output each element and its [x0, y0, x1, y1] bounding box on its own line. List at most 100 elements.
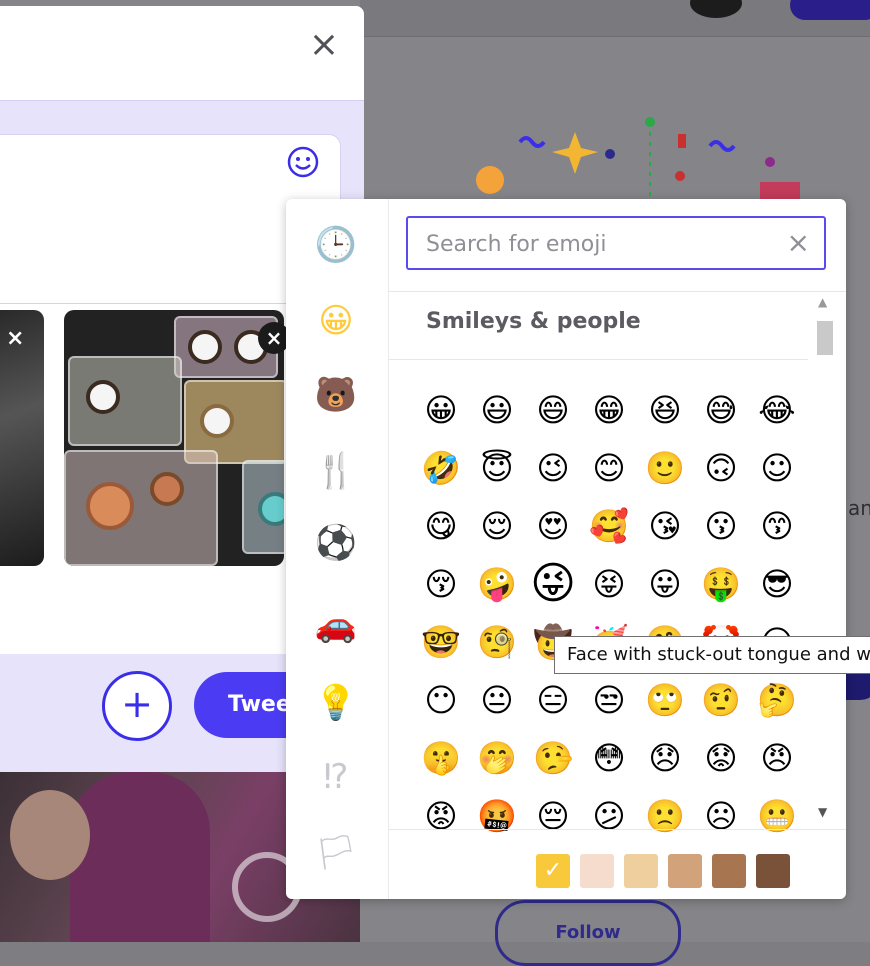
emoji-button[interactable]: 😅: [696, 385, 746, 435]
category-recent-icon[interactable]: 🕒: [314, 223, 358, 267]
category-objects-icon[interactable]: 💡: [314, 681, 358, 725]
emoji-button[interactable]: 🤓: [416, 617, 466, 667]
emoji-button[interactable]: 😔: [528, 791, 578, 841]
emoji-button[interactable]: 🤭: [472, 733, 522, 783]
emoji-button[interactable]: 🤫: [416, 733, 466, 783]
background-celebration-card: [360, 62, 870, 212]
emoji-button[interactable]: 😛: [640, 559, 690, 609]
emoji-button[interactable]: 😝: [584, 559, 634, 609]
emoji-button[interactable]: 🤬: [472, 791, 522, 841]
watermark-logo: [232, 852, 302, 922]
category-smileys-icon[interactable]: 😀: [314, 299, 358, 343]
emoji-button[interactable]: 😘: [640, 501, 690, 551]
emoji-button[interactable]: 😠: [752, 733, 802, 783]
cassette-shape: [68, 356, 182, 446]
scroll-thumb[interactable]: [817, 321, 833, 355]
emoji-button[interactable]: 😒: [584, 675, 634, 725]
skin-tone-swatch[interactable]: [624, 854, 658, 888]
background-photo-hood: [70, 772, 210, 942]
smiley-icon: [287, 146, 319, 178]
remove-image-1-icon[interactable]: ×: [6, 326, 24, 351]
emoji-button[interactable]: 😐: [472, 675, 522, 725]
emoji-picker-button[interactable]: [286, 145, 320, 179]
category-travel-icon[interactable]: 🚗: [314, 603, 358, 647]
emoji-button[interactable]: 😆: [640, 385, 690, 435]
divider: [388, 291, 846, 292]
emoji-button[interactable]: 😇: [472, 443, 522, 493]
emoji-row: 😀 😃 😄 😁 😆 😅 😂: [416, 385, 808, 443]
category-food-icon[interactable]: 🍴: [314, 449, 358, 493]
emoji-button[interactable]: 🤣: [416, 443, 466, 493]
emoji-button[interactable]: 😟: [696, 733, 746, 783]
emoji-button[interactable]: 😜: [528, 559, 578, 609]
emoji-button[interactable]: 😌: [472, 501, 522, 551]
emoji-button[interactable]: 😙: [752, 501, 802, 551]
emoji-button[interactable]: ☹: [696, 791, 746, 841]
emoji-button[interactable]: 😉: [528, 443, 578, 493]
attached-image-2: [64, 310, 284, 566]
category-animals-icon[interactable]: 🐻: [314, 373, 358, 417]
emoji-button[interactable]: 😑: [528, 675, 578, 725]
category-symbols-icon[interactable]: ⁉: [314, 755, 358, 799]
emoji-button[interactable]: 😀: [416, 385, 466, 435]
scroll-up-arrow-icon[interactable]: ▲: [818, 295, 827, 309]
category-flags-icon[interactable]: 🏳: [314, 831, 358, 875]
emoji-button[interactable]: 😍: [528, 501, 578, 551]
emoji-button[interactable]: 😃: [472, 385, 522, 435]
divider: [388, 829, 846, 830]
emoji-row: 😡 🤬 😔 😕 🙁 ☹ 😬: [416, 791, 808, 849]
emoji-button[interactable]: 😂: [752, 385, 802, 435]
emoji-button[interactable]: ☺: [752, 443, 802, 493]
emoji-tooltip: Face with stuck-out tongue and winking e…: [554, 636, 870, 674]
background-photo-face: [10, 790, 90, 880]
emoji-button[interactable]: 😬: [752, 791, 802, 841]
emoji-button[interactable]: 🙄: [640, 675, 690, 725]
emoji-button[interactable]: 🙃: [696, 443, 746, 493]
emoji-button[interactable]: 😁: [584, 385, 634, 435]
emoji-row: 🤣 😇 😉 😊 🙂 🙃 ☺: [416, 443, 808, 501]
follow-button[interactable]: Follow: [495, 900, 681, 966]
emoji-button[interactable]: 🤑: [696, 559, 746, 609]
emoji-button[interactable]: 🤪: [472, 559, 522, 609]
confetti-illustration: [476, 117, 800, 208]
skin-tone-swatch[interactable]: [580, 854, 614, 888]
emoji-search-box[interactable]: ×: [406, 216, 826, 270]
category-activity-icon[interactable]: ⚽: [314, 521, 358, 565]
emoji-button[interactable]: 🤨: [696, 675, 746, 725]
skin-tone-swatch[interactable]: [756, 854, 790, 888]
close-icon[interactable]: ×: [306, 27, 342, 64]
clear-search-icon[interactable]: ×: [787, 228, 810, 258]
emoji-button[interactable]: 😕: [584, 791, 634, 841]
emoji-button[interactable]: 😋: [416, 501, 466, 551]
skin-tone-swatch[interactable]: ✓: [536, 854, 570, 888]
emoji-button[interactable]: 😊: [584, 443, 634, 493]
emoji-category-rail: 🕒 😀 🐻 🍴 ⚽ 🚗 💡 ⁉ 🏳: [286, 199, 389, 899]
background-pill-button: [790, 0, 870, 20]
emoji-button[interactable]: 😎: [752, 559, 802, 609]
divider: [388, 359, 808, 360]
add-tweet-button[interactable]: +: [102, 671, 172, 741]
skin-tone-swatch[interactable]: [668, 854, 702, 888]
cassette-shape: [242, 460, 284, 554]
emoji-scrollbar[interactable]: ▲ ▼: [814, 295, 836, 825]
emoji-button[interactable]: 😚: [416, 559, 466, 609]
emoji-button[interactable]: 😞: [640, 733, 690, 783]
emoji-row: 😶 😐 😑 😒 🙄 🤨 🤔: [416, 675, 808, 733]
emoji-search-input[interactable]: [424, 228, 778, 260]
emoji-row: 😚 🤪 😜 😝 😛 🤑 😎: [416, 559, 808, 617]
emoji-button[interactable]: 😶: [416, 675, 466, 725]
emoji-button[interactable]: 😄: [528, 385, 578, 435]
emoji-button[interactable]: 🧐: [472, 617, 522, 667]
emoji-button[interactable]: 🤔: [752, 675, 802, 725]
emoji-button[interactable]: 🤥: [528, 733, 578, 783]
emoji-button[interactable]: 🥰: [584, 501, 634, 551]
emoji-button[interactable]: 😡: [416, 791, 466, 841]
emoji-button[interactable]: 😗: [696, 501, 746, 551]
emoji-button[interactable]: 🙂: [640, 443, 690, 493]
emoji-row: 😋 😌 😍 🥰 😘 😗 😙: [416, 501, 808, 559]
emoji-button[interactable]: 😳: [584, 733, 634, 783]
skin-tone-swatch[interactable]: [712, 854, 746, 888]
emoji-button[interactable]: 🙁: [640, 791, 690, 841]
scroll-down-arrow-icon[interactable]: ▼: [818, 805, 827, 819]
emoji-row: 🤫 🤭 🤥 😳 😞 😟 😠: [416, 733, 808, 791]
